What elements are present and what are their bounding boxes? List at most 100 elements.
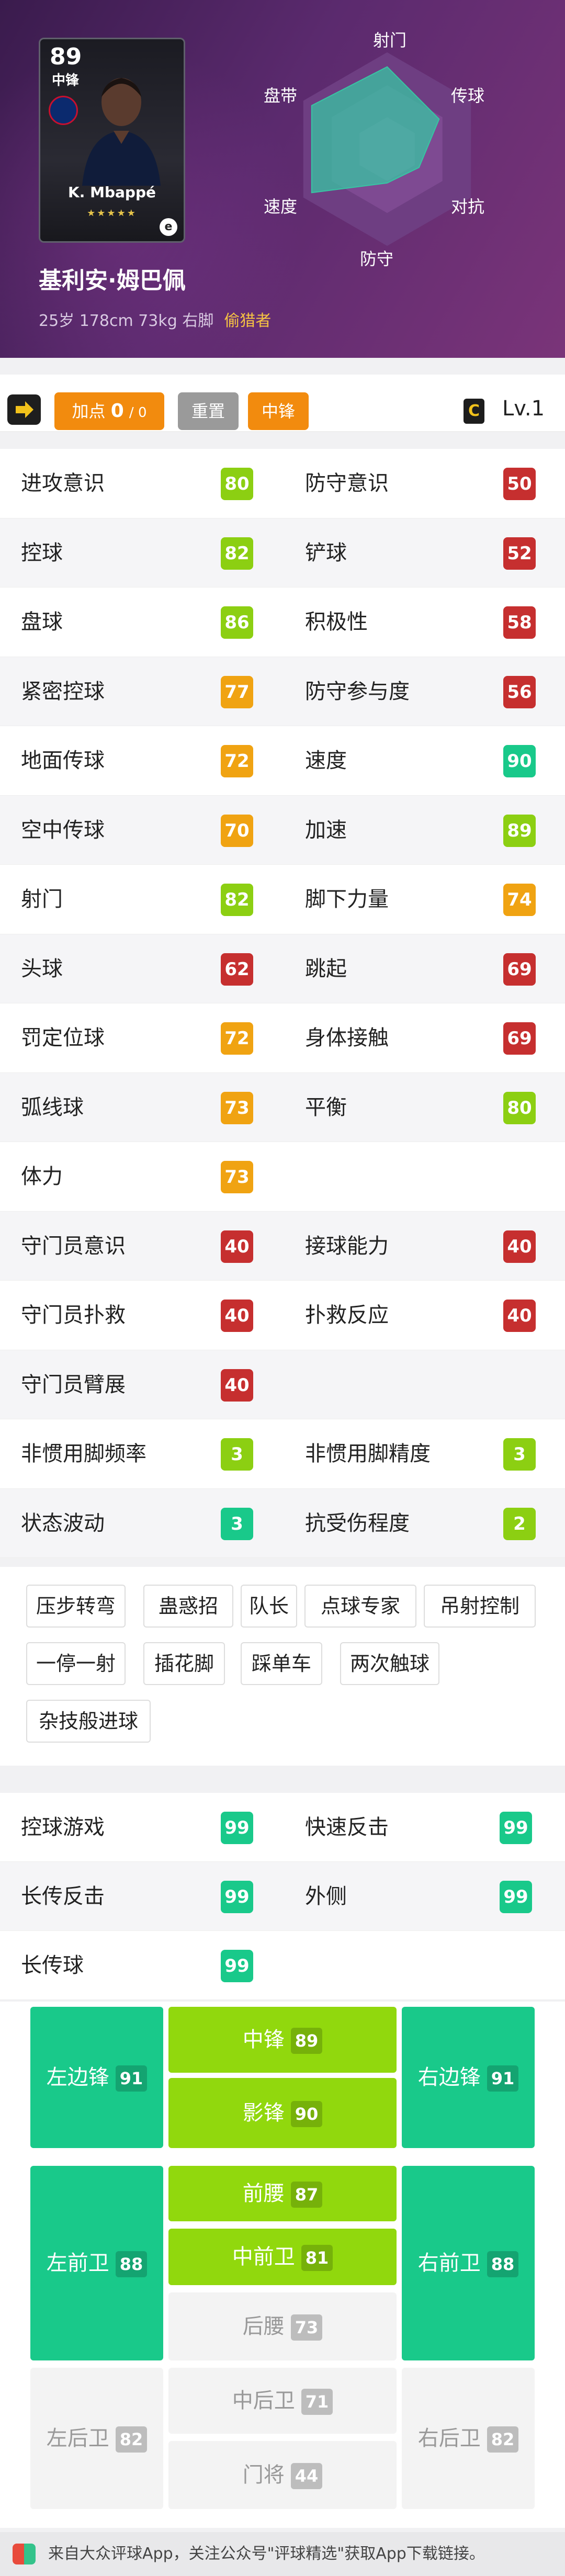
skill-tag[interactable]: 压步转弯 bbox=[26, 1585, 126, 1628]
stat-item[interactable]: 紧密控球 77 bbox=[0, 657, 282, 726]
stat-item[interactable]: 地面传球 72 bbox=[0, 726, 282, 795]
stat-value: 70 bbox=[221, 814, 253, 847]
stat-value: 40 bbox=[503, 1230, 536, 1263]
radar-label: 射门 bbox=[373, 30, 407, 50]
stat-item[interactable]: 头球 62 bbox=[0, 934, 282, 1003]
playstyle-value: 99 bbox=[221, 1950, 253, 1982]
stat-item[interactable]: 守门员扑救 40 bbox=[0, 1281, 282, 1350]
footer-banner[interactable]: 来自大众评球App，关注公众号"评球精选"获取App下载链接。 bbox=[0, 2532, 565, 2576]
stat-item[interactable]: 弧线球 73 bbox=[0, 1073, 282, 1142]
stat-item[interactable]: 罚定位球 72 bbox=[0, 1003, 282, 1072]
points-label: 加点 bbox=[72, 401, 106, 421]
stat-row: 控球 82 铲球 52 bbox=[0, 518, 565, 587]
stat-item[interactable]: 体力 73 bbox=[0, 1142, 282, 1211]
position-gk[interactable]: 门将 44 bbox=[168, 2441, 397, 2509]
radar-label: 速度 bbox=[264, 197, 298, 217]
skill-tag[interactable]: 插花脚 bbox=[143, 1642, 225, 1685]
stat-label: 状态波动 bbox=[21, 1511, 105, 1535]
stat-value: 3 bbox=[221, 1438, 253, 1471]
stat-item[interactable]: 铲球 52 bbox=[282, 518, 565, 587]
stat-item[interactable]: 防守参与度 56 bbox=[282, 657, 565, 726]
stat-item[interactable]: 进攻意识 80 bbox=[0, 449, 282, 518]
position-rating: 91 bbox=[487, 2065, 519, 2092]
position-lmf[interactable]: 左前卫 88 bbox=[30, 2166, 163, 2360]
position-ss[interactable]: 影锋 90 bbox=[168, 2078, 397, 2148]
player-header: 89 中锋 K. Mbappé ★★★★★ e 基利安·姆巴佩 25岁 178c… bbox=[0, 0, 565, 358]
playstyle-item[interactable]: 快速反击 99 bbox=[282, 1793, 565, 1862]
stat-item[interactable]: 抗受伤程度 2 bbox=[282, 1489, 565, 1558]
card-position: 中锋 bbox=[52, 73, 80, 88]
stat-item[interactable]: 加速 89 bbox=[282, 796, 565, 865]
playstyles-table: 控球游戏 99 快速反击 99 长传反击 99 外侧 99 长传球 99 bbox=[0, 1793, 565, 2000]
stat-item[interactable]: 接球能力 40 bbox=[282, 1212, 565, 1281]
stat-row: 进攻意识 80 防守意识 50 bbox=[0, 449, 565, 518]
stat-item[interactable]: 状态波动 3 bbox=[0, 1489, 282, 1558]
stat-item[interactable]: 控球 82 bbox=[0, 518, 282, 587]
player-role[interactable]: 偷猎者 bbox=[224, 312, 271, 330]
stat-label: 守门员扑救 bbox=[21, 1303, 126, 1327]
playstyle-item[interactable]: 外侧 99 bbox=[282, 1862, 565, 1931]
playstyle-label: 长传反击 bbox=[21, 1884, 105, 1908]
stat-value: 77 bbox=[221, 675, 253, 708]
position-rating: 44 bbox=[290, 2463, 323, 2489]
playstyle-item[interactable]: 长传球 99 bbox=[0, 1931, 282, 2000]
position-lwf[interactable]: 左边锋 91 bbox=[30, 2007, 163, 2148]
stat-item[interactable]: 射门 82 bbox=[0, 865, 282, 934]
points-button[interactable]: 加点 0 / 0 bbox=[54, 392, 164, 430]
club-crest-icon bbox=[49, 96, 78, 125]
playstyle-value: 99 bbox=[500, 1881, 532, 1913]
reset-button[interactable]: 重置 bbox=[178, 392, 239, 430]
stat-value: 50 bbox=[503, 468, 536, 500]
stat-item[interactable]: 扑救反应 40 bbox=[282, 1281, 565, 1350]
stat-label: 防守参与度 bbox=[305, 679, 410, 704]
skill-tag[interactable]: 杂技般进球 bbox=[26, 1700, 151, 1743]
stat-label: 头球 bbox=[21, 956, 63, 981]
playstyle-label: 外侧 bbox=[305, 1884, 347, 1908]
stat-item[interactable]: 积极性 58 bbox=[282, 587, 565, 657]
position-rb[interactable]: 右后卫 82 bbox=[402, 2368, 535, 2509]
stat-item[interactable]: 守门员意识 40 bbox=[0, 1212, 282, 1281]
position-cf[interactable]: 中锋 89 bbox=[168, 2007, 397, 2073]
card-stars: ★★★★★ bbox=[87, 208, 137, 219]
stat-item[interactable]: 防守意识 50 bbox=[282, 449, 565, 518]
stat-item[interactable]: 非惯用脚频率 3 bbox=[0, 1419, 282, 1488]
stat-item[interactable]: 跳起 69 bbox=[282, 934, 565, 1003]
stat-item[interactable]: 速度 90 bbox=[282, 726, 565, 795]
level-label[interactable]: Lv.1 bbox=[502, 397, 545, 421]
playstyle-item[interactable]: 长传反击 99 bbox=[0, 1862, 282, 1931]
position-label: 后腰 bbox=[242, 2314, 285, 2338]
skill-tag[interactable]: 点球专家 bbox=[304, 1585, 416, 1628]
skill-tag[interactable]: 踩单车 bbox=[241, 1642, 322, 1685]
skill-tag[interactable]: 吊射控制 bbox=[424, 1585, 536, 1628]
skill-tag[interactable]: 队长 bbox=[241, 1585, 297, 1628]
stat-row: 射门 82 脚下力量 74 bbox=[0, 865, 565, 934]
stat-value: 69 bbox=[503, 953, 536, 986]
stat-item[interactable]: 身体接触 69 bbox=[282, 1003, 565, 1072]
stat-item[interactable]: 空中传球 70 bbox=[0, 796, 282, 865]
stat-row: 紧密控球 77 防守参与度 56 bbox=[0, 657, 565, 726]
position-cb[interactable]: 中后卫 71 bbox=[168, 2368, 397, 2434]
position-cmf[interactable]: 中前卫 81 bbox=[168, 2229, 397, 2285]
position-label: 右前卫 bbox=[417, 2251, 481, 2275]
stat-item[interactable]: 非惯用脚精度 3 bbox=[282, 1419, 565, 1488]
player-card[interactable]: 89 中锋 K. Mbappé ★★★★★ e bbox=[39, 38, 185, 243]
stat-item[interactable]: 守门员臂展 40 bbox=[0, 1350, 282, 1419]
stat-item[interactable]: 脚下力量 74 bbox=[282, 865, 565, 934]
stat-value: 90 bbox=[503, 745, 536, 777]
stat-item[interactable]: 盘球 86 bbox=[0, 587, 282, 657]
skill-tag[interactable]: 蛊惑招 bbox=[143, 1585, 233, 1628]
position-rwf[interactable]: 右边锋 91 bbox=[402, 2007, 535, 2148]
playstyle-item[interactable]: 控球游戏 99 bbox=[0, 1793, 282, 1862]
position-dmf[interactable]: 后腰 73 bbox=[168, 2292, 397, 2360]
arrow-right-icon[interactable] bbox=[7, 394, 41, 425]
position-rating: 91 bbox=[115, 2065, 148, 2092]
stat-value: 40 bbox=[221, 1300, 253, 1332]
position-lb[interactable]: 左后卫 82 bbox=[30, 2368, 163, 2509]
position-rmf[interactable]: 右前卫 88 bbox=[402, 2166, 535, 2360]
skill-tag[interactable]: 一停一射 bbox=[26, 1642, 126, 1685]
stat-label: 脚下力量 bbox=[305, 887, 389, 911]
skill-tag[interactable]: 两次触球 bbox=[340, 1642, 439, 1685]
position-amf[interactable]: 前腰 87 bbox=[168, 2166, 397, 2221]
position-button[interactable]: 中锋 bbox=[248, 392, 309, 430]
stat-item[interactable]: 平衡 80 bbox=[282, 1073, 565, 1142]
